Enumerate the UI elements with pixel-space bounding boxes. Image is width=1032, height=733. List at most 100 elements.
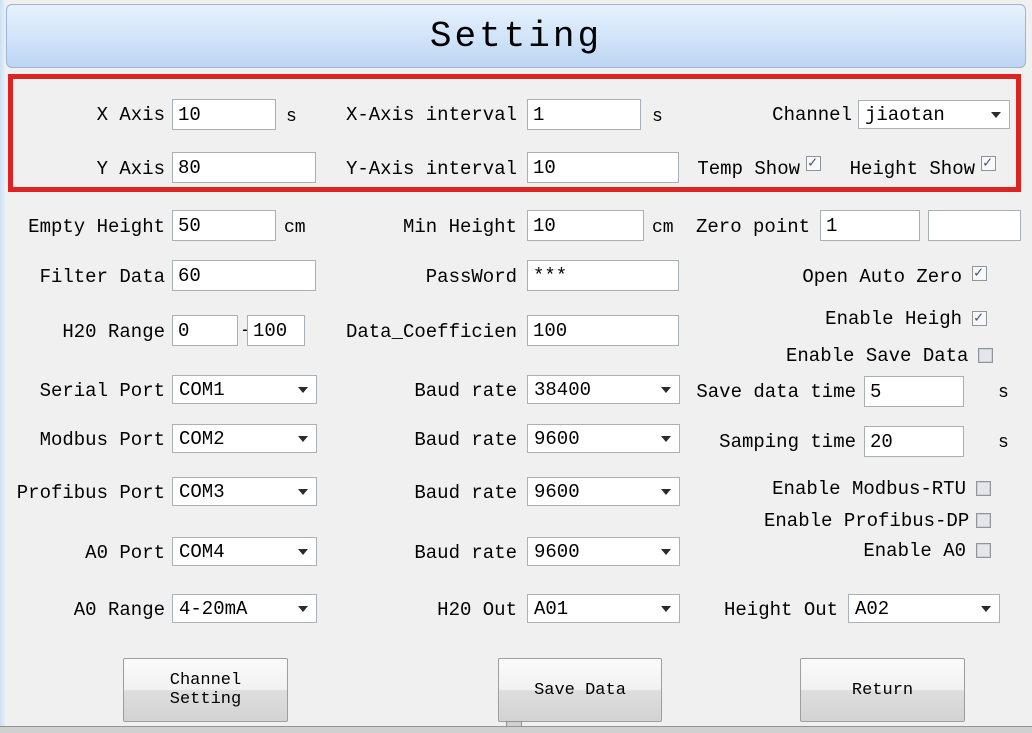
serial-baud-rate-dropdown[interactable]: 38400	[527, 375, 680, 404]
x-axis-interval-label: X-Axis interval	[340, 103, 517, 127]
a0-baud-rate-label: Baud rate	[390, 541, 517, 565]
serial-port-value: COM1	[173, 379, 298, 401]
enable-modbus-rtu-checkbox[interactable]	[976, 481, 991, 496]
x-axis-input[interactable]	[172, 99, 276, 130]
profibus-baud-rate-label: Baud rate	[390, 481, 517, 505]
modbus-baud-rate-label: Baud rate	[390, 428, 517, 452]
enable-modbus-rtu-label: Enable Modbus-RTU	[770, 477, 966, 501]
a0-range-value: 4-20mA	[173, 598, 298, 620]
enable-heigh-label: Enable Heigh	[825, 307, 962, 331]
chevron-down-icon	[661, 387, 671, 393]
h20-range-to-input[interactable]	[247, 315, 305, 346]
profibus-port-label: Profibus Port	[2, 481, 165, 505]
h20-out-label: H20 Out	[390, 598, 517, 622]
h20-out-dropdown[interactable]: A01	[527, 594, 680, 623]
chevron-down-icon	[981, 606, 991, 612]
x-axis-label: X Axis	[20, 103, 165, 127]
left-edge-strip	[0, 0, 5, 733]
chevron-down-icon	[298, 489, 308, 495]
chevron-down-icon	[661, 436, 671, 442]
y-axis-input[interactable]	[172, 152, 316, 183]
password-label: PassWord	[390, 265, 517, 289]
y-axis-interval-input[interactable]	[527, 152, 679, 183]
height-out-dropdown[interactable]: A02	[848, 594, 1000, 623]
save-data-button[interactable]: Save Data	[498, 658, 662, 722]
zero-point-label: Zero point	[696, 215, 810, 239]
zero-point-input-2[interactable]	[928, 210, 1021, 241]
h20-out-value: A01	[528, 598, 661, 620]
data-coefficien-input[interactable]	[527, 315, 679, 346]
enable-save-data-checkbox[interactable]	[978, 348, 993, 363]
setting-window: Setting X Axis s X-Axis interval s Chann…	[0, 0, 1032, 733]
modbus-port-label: Modbus Port	[18, 428, 165, 452]
serial-baud-rate-value: 38400	[528, 379, 661, 401]
save-data-time-unit: s	[998, 382, 1009, 404]
temp-show-label: Temp Show	[688, 157, 800, 181]
min-height-label: Min Height	[390, 215, 517, 239]
chevron-down-icon	[298, 549, 308, 555]
serial-port-label: Serial Port	[18, 379, 165, 403]
x-axis-interval-input[interactable]	[527, 99, 641, 130]
profibus-port-dropdown[interactable]: COM3	[172, 477, 317, 506]
enable-profibus-dp-checkbox[interactable]	[976, 513, 991, 528]
modbus-port-value: COM2	[173, 428, 298, 450]
a0-baud-rate-value: 9600	[528, 541, 661, 563]
save-data-time-input[interactable]	[864, 376, 964, 407]
samping-time-unit: s	[998, 432, 1009, 454]
chevron-down-icon	[661, 489, 671, 495]
min-height-input[interactable]	[527, 210, 644, 241]
a0-baud-rate-dropdown[interactable]: 9600	[527, 537, 680, 566]
height-show-label: Height Show	[845, 157, 975, 181]
serial-port-dropdown[interactable]: COM1	[172, 375, 317, 404]
filter-data-input[interactable]	[172, 260, 316, 291]
temp-show-checkbox[interactable]	[806, 156, 821, 171]
data-coefficien-label: Data_Coefficien	[335, 320, 517, 344]
samping-time-input[interactable]	[864, 426, 964, 457]
chevron-down-icon	[298, 436, 308, 442]
enable-save-data-label: Enable Save Data	[786, 344, 968, 368]
h20-range-label: H20 Range	[18, 320, 165, 344]
enable-heigh-checkbox[interactable]	[972, 311, 987, 326]
height-show-checkbox[interactable]	[981, 156, 996, 171]
a0-range-dropdown[interactable]: 4-20mA	[172, 594, 317, 623]
modbus-baud-rate-dropdown[interactable]: 9600	[527, 424, 680, 453]
chevron-down-icon	[661, 606, 671, 612]
save-data-time-label: Save data time	[690, 380, 856, 404]
filter-data-label: Filter Data	[18, 265, 165, 289]
zero-point-input[interactable]	[820, 210, 920, 241]
a0-port-label: A0 Port	[18, 541, 165, 565]
return-button[interactable]: Return	[800, 658, 965, 722]
channel-label: Channel	[770, 103, 852, 127]
empty-height-input[interactable]	[172, 210, 276, 241]
channel-value: jiaotan	[859, 104, 991, 126]
title-bar: Setting	[6, 4, 1026, 68]
a0-port-value: COM4	[173, 541, 298, 563]
password-input[interactable]	[527, 260, 679, 291]
open-auto-zero-label: Open Auto Zero	[795, 265, 962, 289]
open-auto-zero-checkbox[interactable]	[972, 266, 987, 281]
h20-range-from-input[interactable]	[172, 315, 238, 346]
profibus-port-value: COM3	[173, 481, 298, 503]
enable-profibus-dp-label: Enable Profibus-DP	[764, 509, 966, 533]
samping-time-label: Samping time	[719, 430, 856, 454]
a0-range-label: A0 Range	[18, 598, 165, 622]
channel-dropdown[interactable]: jiaotan	[858, 100, 1010, 129]
chevron-down-icon	[991, 112, 1001, 118]
height-out-value: A02	[849, 598, 981, 620]
enable-a0-label: Enable A0	[863, 539, 966, 563]
x-axis-unit: s	[286, 106, 297, 128]
a0-port-dropdown[interactable]: COM4	[172, 537, 317, 566]
serial-baud-rate-label: Baud rate	[390, 379, 517, 403]
profibus-baud-rate-value: 9600	[528, 481, 661, 503]
profibus-baud-rate-dropdown[interactable]: 9600	[527, 477, 680, 506]
empty-height-unit: cm	[284, 217, 306, 239]
enable-a0-checkbox[interactable]	[976, 543, 991, 558]
y-axis-label: Y Axis	[20, 157, 165, 181]
channel-setting-button[interactable]: Channel Setting	[123, 658, 288, 722]
bottom-edge-strip	[0, 726, 1032, 733]
min-height-unit: cm	[652, 217, 674, 239]
empty-height-label: Empty Height	[18, 215, 165, 239]
chevron-down-icon	[661, 549, 671, 555]
height-out-label: Height Out	[724, 598, 838, 622]
modbus-port-dropdown[interactable]: COM2	[172, 424, 317, 453]
